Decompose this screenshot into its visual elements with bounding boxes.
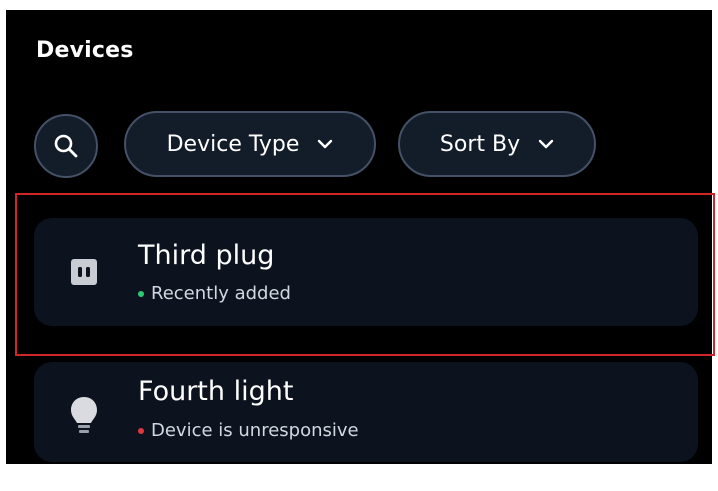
sort-by-filter[interactable]: Sort By <box>398 111 596 177</box>
device-type-label: Device Type <box>166 131 300 157</box>
selection-highlight <box>15 193 715 356</box>
search-button[interactable] <box>34 114 98 178</box>
device-name: Fourth light <box>138 376 294 407</box>
page-title: Devices <box>36 38 134 63</box>
device-status: Device is unresponsive <box>138 420 359 441</box>
device-card-fourth-light[interactable]: Fourth light Device is unresponsive <box>34 362 698 462</box>
search-icon <box>54 134 78 158</box>
chevron-down-icon <box>318 139 333 149</box>
devices-screen: Devices Device Type Sort By Third plug R… <box>6 10 715 464</box>
device-status-text: Device is unresponsive <box>151 420 359 441</box>
lightbulb-icon <box>66 396 102 436</box>
status-dot <box>138 427 144 434</box>
device-type-filter[interactable]: Device Type <box>124 111 376 177</box>
sort-by-label: Sort By <box>439 131 521 157</box>
chevron-down-icon <box>538 139 554 149</box>
